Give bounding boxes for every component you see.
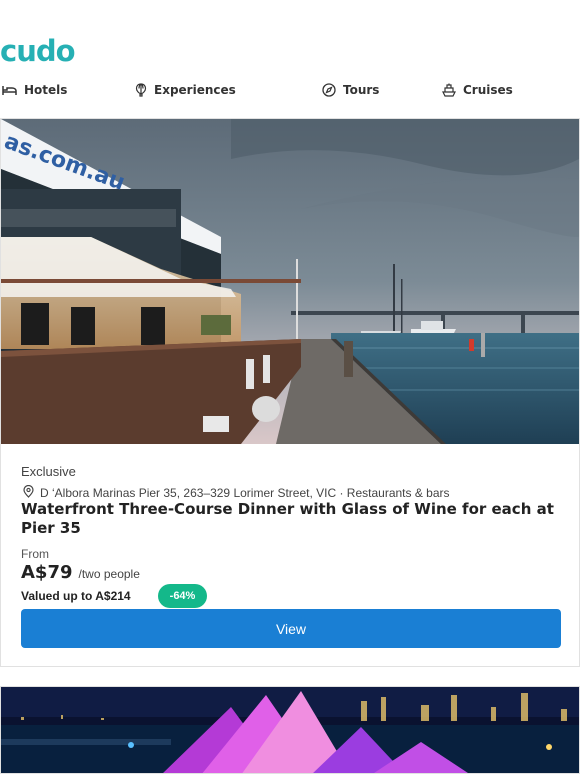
nav-item-cruises[interactable]: Cruises (442, 80, 513, 100)
deal-price: A$79 /two people (21, 562, 140, 583)
discount-badge: -64% (158, 584, 207, 608)
bed-icon (2, 84, 17, 96)
nav-item-experiences[interactable]: Experiences (135, 80, 236, 100)
valued-up-to: Valued up to A$214 (21, 589, 131, 603)
location-text: D ‘Albora Marinas Pier 35, 263–329 Lorim… (40, 486, 450, 500)
from-label: From (21, 547, 49, 561)
compass-icon (322, 83, 336, 97)
next-deal-card[interactable] (0, 686, 580, 774)
balloon-icon (135, 83, 147, 97)
deal-hero-image[interactable]: as.com.au (1, 119, 579, 444)
price-unit: /two people (78, 567, 140, 581)
nav-item-label: Tours (343, 83, 380, 97)
price-value: A$79 (21, 562, 73, 583)
view-button[interactable]: View (21, 609, 561, 648)
deal-card[interactable]: as.com.au Exclusive D ‘Albora Marinas Pi… (0, 118, 580, 667)
deal-title[interactable]: Waterfront Three-Course Dinner with Glas… (21, 500, 566, 538)
nav-item-label: Experiences (154, 83, 236, 97)
deal-location: D ‘Albora Marinas Pier 35, 263–329 Lorim… (23, 484, 450, 501)
location-pin-icon (23, 484, 34, 501)
nav-item-label: Cruises (463, 83, 513, 97)
ship-icon (442, 83, 456, 97)
deal-tag: Exclusive (21, 464, 76, 479)
nav-item-hotels[interactable]: Hotels (2, 80, 67, 100)
nav-item-label: Hotels (24, 83, 68, 97)
nav-item-tours[interactable]: Tours (322, 80, 379, 100)
category-nav: Hotels Experiences Tours Cruises (0, 80, 580, 100)
next-deal-hero-image[interactable] (1, 687, 579, 774)
cudo-logo[interactable]: cudo (0, 34, 76, 68)
